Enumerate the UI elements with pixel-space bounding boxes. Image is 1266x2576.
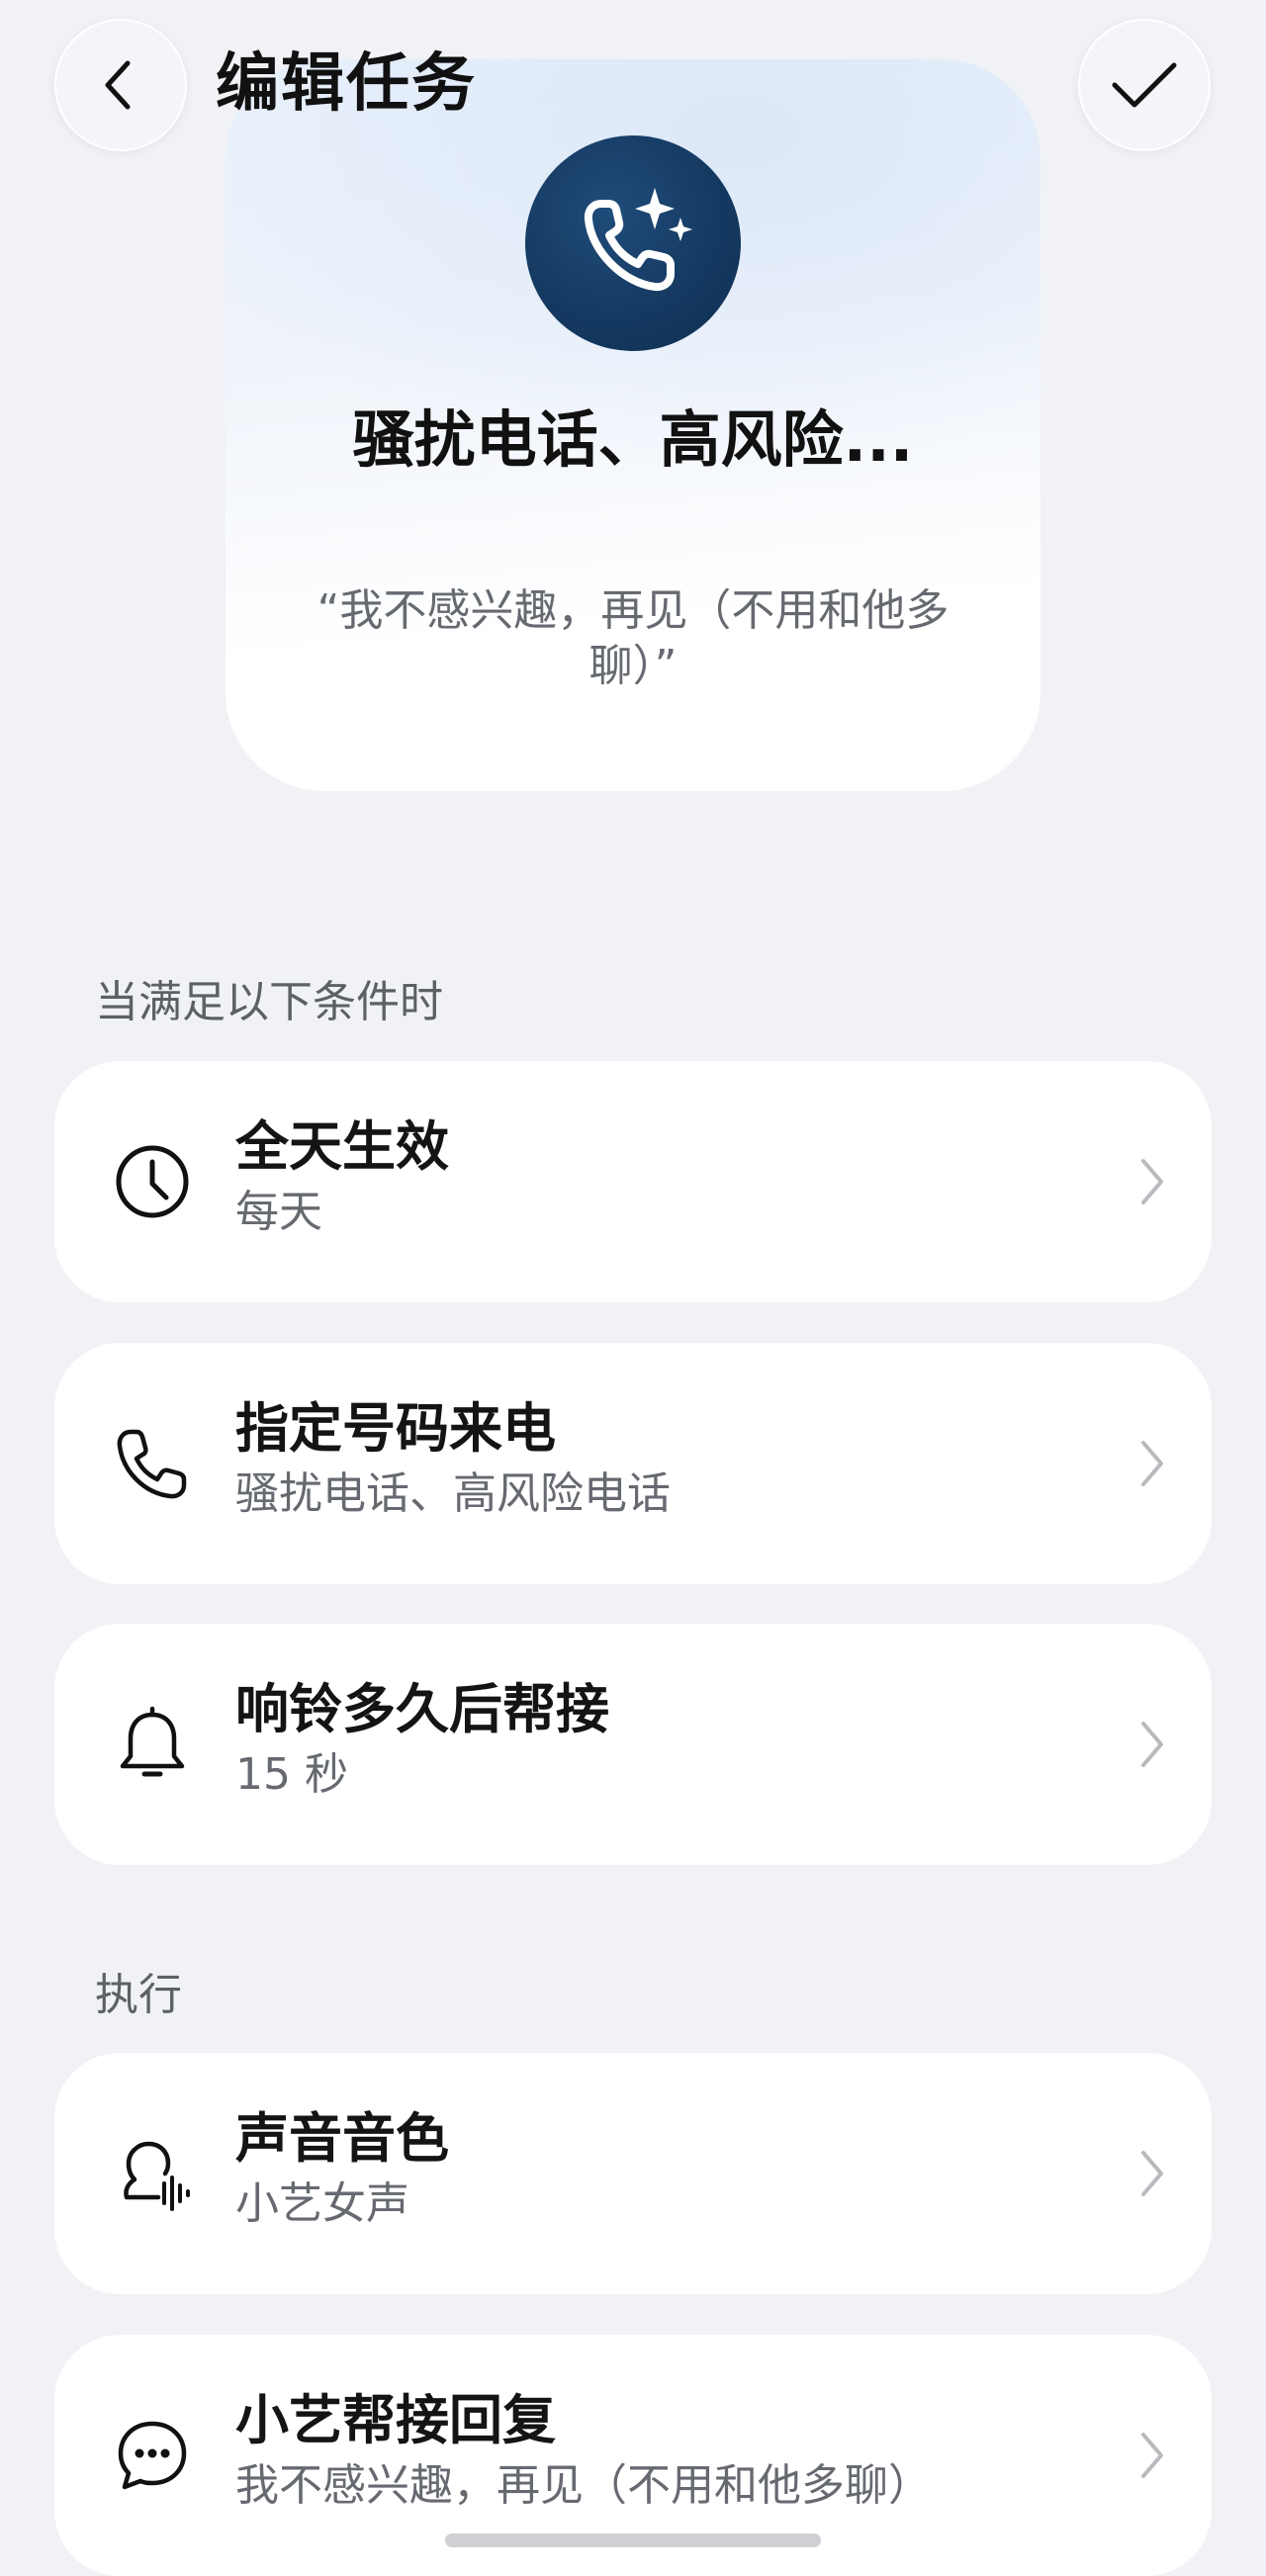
back-button[interactable] — [54, 19, 187, 151]
chevron-right-icon — [1132, 1436, 1172, 1491]
chevron-right-icon — [1132, 2428, 1172, 2483]
action-voice-card[interactable]: 声音音色 小艺女声 — [54, 2053, 1212, 2294]
chat-bubble-icon — [110, 2413, 195, 2498]
bell-icon — [110, 1702, 195, 1787]
condition-title: 响铃多久后帮接 — [235, 1678, 609, 1740]
chevron-right-icon — [1132, 1154, 1172, 1209]
hero-title: 骚扰电话、高风险... — [352, 403, 914, 476]
action-subtitle: 小艺女声 — [235, 2178, 409, 2229]
action-title: 声音音色 — [235, 2107, 449, 2170]
action-title: 小艺帮接回复 — [235, 2389, 556, 2451]
top-bar: 编辑任务 — [0, 0, 1266, 173]
condition-number-card[interactable]: 指定号码来电 骚扰电话、高风险电话 — [54, 1343, 1212, 1584]
condition-time-card[interactable]: 全天生效 每天 — [54, 1061, 1212, 1302]
hero-reply-quote: “我不感兴趣，再见（不用和他多聊）” — [316, 585, 950, 691]
page-title: 编辑任务 — [216, 47, 477, 121]
action-subtitle: 我不感兴趣，再见（不用和他多聊） — [235, 2460, 932, 2511]
actions-section-label: 执行 — [95, 1970, 182, 2020]
condition-title: 指定号码来电 — [235, 1397, 556, 1460]
phone-icon — [110, 1421, 195, 1506]
condition-subtitle: 骚扰电话、高风险电话 — [235, 1468, 671, 1519]
chevron-left-icon — [105, 60, 131, 110]
chevron-right-icon — [1132, 1717, 1172, 1772]
condition-subtitle: 15 秒 — [235, 1749, 348, 1800]
condition-subtitle: 每天 — [235, 1187, 322, 1237]
checkmark-icon — [1112, 62, 1177, 108]
clock-icon — [110, 1139, 195, 1224]
chevron-right-icon — [1132, 2146, 1172, 2201]
confirm-button[interactable] — [1078, 19, 1211, 151]
condition-title: 全天生效 — [235, 1115, 449, 1178]
voice-icon — [110, 2131, 195, 2216]
conditions-section-label: 当满足以下条件时 — [95, 977, 443, 1027]
home-indicator[interactable] — [445, 2533, 821, 2547]
condition-ring-delay-card[interactable]: 响铃多久后帮接 15 秒 — [54, 1624, 1212, 1865]
